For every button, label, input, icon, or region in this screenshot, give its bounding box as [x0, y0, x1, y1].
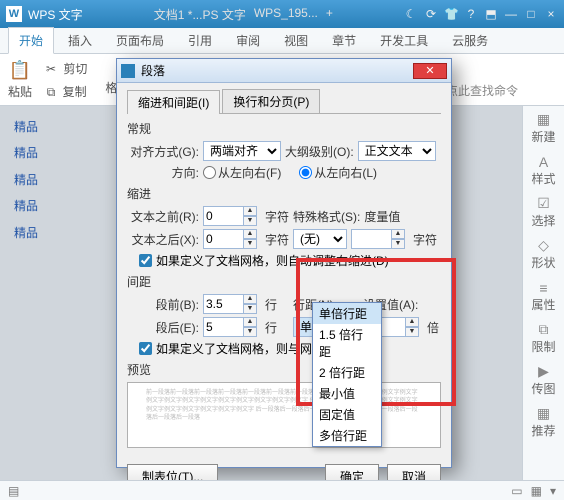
measure-spinner[interactable]: ▲▼: [351, 229, 409, 249]
tab-view[interactable]: 视图: [274, 28, 318, 53]
dialog-titlebar[interactable]: 段落 ✕: [117, 59, 451, 83]
skin-icon[interactable]: 👕: [444, 7, 458, 21]
cut-button[interactable]: ✂ 剪切: [42, 58, 95, 79]
right-sidebar: ▦新建 A样式 ☑选择 ◇形状 ≡属性 ⧉限制 ▶传图 ▦推荐: [522, 106, 564, 500]
side-props[interactable]: ≡属性: [526, 278, 562, 314]
line-spacing-dropdown: 单倍行距 1.5 倍行距 2 倍行距 最小值 固定值 多倍行距: [312, 302, 382, 447]
add-tab-icon[interactable]: +: [326, 6, 333, 23]
app-logo: W: [6, 6, 22, 22]
dir-ltr-radio[interactable]: 从左向右(F): [203, 164, 281, 181]
dialog-tabs: 缩进和间距(I) 换行和分页(P): [127, 89, 441, 114]
doc-tab[interactable]: WPS_195...: [254, 6, 318, 23]
dropdown-option[interactable]: 固定值: [313, 404, 381, 425]
lbl-space-after: 段后(E):: [127, 319, 199, 336]
statusbar: ▤ ▭ ▦ ▾: [0, 480, 564, 500]
tab-section[interactable]: 章节: [322, 28, 366, 53]
side-upload[interactable]: ▶传图: [526, 362, 562, 398]
dropdown-option[interactable]: 多倍行距: [313, 425, 381, 446]
titlebar: W WPS 文字 文档1 *...PS 文字 WPS_195... + ☾ ⟳ …: [0, 0, 564, 28]
paste-group[interactable]: 📋 粘贴: [8, 60, 32, 100]
tab-home[interactable]: 开始: [8, 27, 54, 54]
section-spacing: 间距: [127, 273, 441, 290]
dropdown-option[interactable]: 最小值: [313, 383, 381, 404]
before-text-spinner[interactable]: ▲▼: [203, 206, 261, 226]
dropdown-option[interactable]: 2 倍行距: [313, 362, 381, 383]
lbl-outline: 大纲级别(O):: [285, 143, 354, 160]
side-styles[interactable]: A样式: [526, 152, 562, 188]
view-mode-icon[interactable]: ▦: [531, 484, 542, 498]
refresh-icon[interactable]: ⟳: [424, 7, 438, 21]
app-title: WPS 文字: [28, 6, 83, 23]
tab-line-page[interactable]: 换行和分页(P): [222, 89, 320, 113]
lbl-space-before: 段前(B):: [127, 296, 199, 313]
lbl-alignment: 对齐方式(G):: [127, 143, 199, 160]
lbl-direction: 方向:: [127, 164, 199, 181]
side-restrict[interactable]: ⧉限制: [526, 320, 562, 356]
dialog-icon: [121, 64, 135, 78]
lbl-measure: 度量值: [364, 208, 412, 225]
paste-label: 粘贴: [8, 83, 32, 100]
chevron-down-icon[interactable]: ▾: [550, 484, 556, 498]
dialog-close-button[interactable]: ✕: [413, 63, 447, 79]
outline-select[interactable]: 正文文本: [358, 141, 436, 161]
doc-tab[interactable]: 文档1 *...PS 文字: [154, 6, 246, 23]
window-controls: ☾ ⟳ 👕 ? ⬒ — □ ×: [404, 7, 558, 21]
dropdown-option[interactable]: 1.5 倍行距: [313, 324, 381, 362]
side-select[interactable]: ☑选择: [526, 194, 562, 230]
tab-layout[interactable]: 页面布局: [106, 28, 174, 53]
maximize-icon[interactable]: □: [524, 7, 538, 21]
side-recommend[interactable]: ▦推荐: [526, 404, 562, 440]
copy-button[interactable]: ⧉ 复制: [43, 81, 95, 102]
ribbon-tabs: 开始 插入 页面布局 引用 审阅 视图 章节 开发工具 云服务: [0, 28, 564, 54]
tab-indent-spacing[interactable]: 缩进和间距(I): [127, 90, 220, 114]
paragraph-dialog: 段落 ✕ 缩进和间距(I) 换行和分页(P) 常规 对齐方式(G): 两端对齐 …: [116, 58, 452, 468]
special-select[interactable]: (无): [293, 229, 347, 249]
lbl-before-text: 文本之前(R):: [127, 208, 199, 225]
view-mode-icon[interactable]: ▭: [511, 484, 522, 498]
dir-rtl-radio[interactable]: 从左向右(L): [299, 164, 377, 181]
clipboard-mini: ✂ 剪切 ⧉ 复制: [42, 58, 95, 102]
layout-icon[interactable]: ⬒: [484, 7, 498, 21]
minimize-icon[interactable]: —: [504, 7, 518, 21]
dropdown-option[interactable]: 单倍行距: [313, 303, 381, 324]
space-after-spinner[interactable]: ▲▼: [203, 317, 261, 337]
space-before-spinner[interactable]: ▲▼: [203, 294, 261, 314]
tab-references[interactable]: 引用: [178, 28, 222, 53]
status-page-icon[interactable]: ▤: [8, 484, 19, 498]
auto-adjust-check[interactable]: 如果定义了文档网格，则自动调整右缩进(D): [139, 252, 441, 269]
search-placeholder: 点此查找命令: [446, 82, 518, 99]
help-icon[interactable]: ?: [464, 7, 478, 21]
tab-dev[interactable]: 开发工具: [370, 28, 438, 53]
preview-box: 前一段落前一段落前一段落前一段落前一段落前一段落前一段落前一段落前一段落 例文字…: [127, 382, 441, 448]
snap-grid-check[interactable]: 如果定义了文档网格，则与网格对: [139, 340, 441, 357]
theme-icon[interactable]: ☾: [404, 7, 418, 21]
document-tabs: 文档1 *...PS 文字 WPS_195... +: [83, 6, 404, 23]
side-shape[interactable]: ◇形状: [526, 236, 562, 272]
section-general: 常规: [127, 120, 441, 137]
paste-icon: 📋: [9, 60, 31, 81]
tab-insert[interactable]: 插入: [58, 28, 102, 53]
lbl-special: 特殊格式(S):: [293, 208, 360, 225]
lbl-after-text: 文本之后(X):: [127, 231, 199, 248]
side-new[interactable]: ▦新建: [526, 110, 562, 146]
dialog-title: 段落: [141, 62, 165, 79]
close-icon[interactable]: ×: [544, 7, 558, 21]
section-indent: 缩进: [127, 185, 441, 202]
section-preview: 预览: [127, 361, 441, 378]
after-text-spinner[interactable]: ▲▼: [203, 229, 261, 249]
tab-cloud[interactable]: 云服务: [442, 28, 498, 53]
tab-review[interactable]: 审阅: [226, 28, 270, 53]
alignment-select[interactable]: 两端对齐: [203, 141, 281, 161]
